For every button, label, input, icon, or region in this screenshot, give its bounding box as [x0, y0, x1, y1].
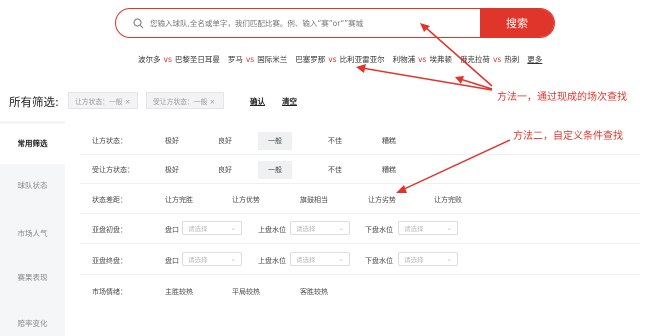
arrowhead-icon: [356, 64, 366, 73]
arrow-to-quick-2: [361, 67, 493, 91]
annotation-method2: 方法二，自定义条件查找: [513, 131, 623, 142]
arrowhead-icon: [396, 185, 407, 193]
annotation-arrows: [356, 23, 511, 193]
arrow-to-filters: [401, 139, 511, 191]
annotation-method1: 方法一，通过现成的场次查找: [497, 92, 627, 103]
